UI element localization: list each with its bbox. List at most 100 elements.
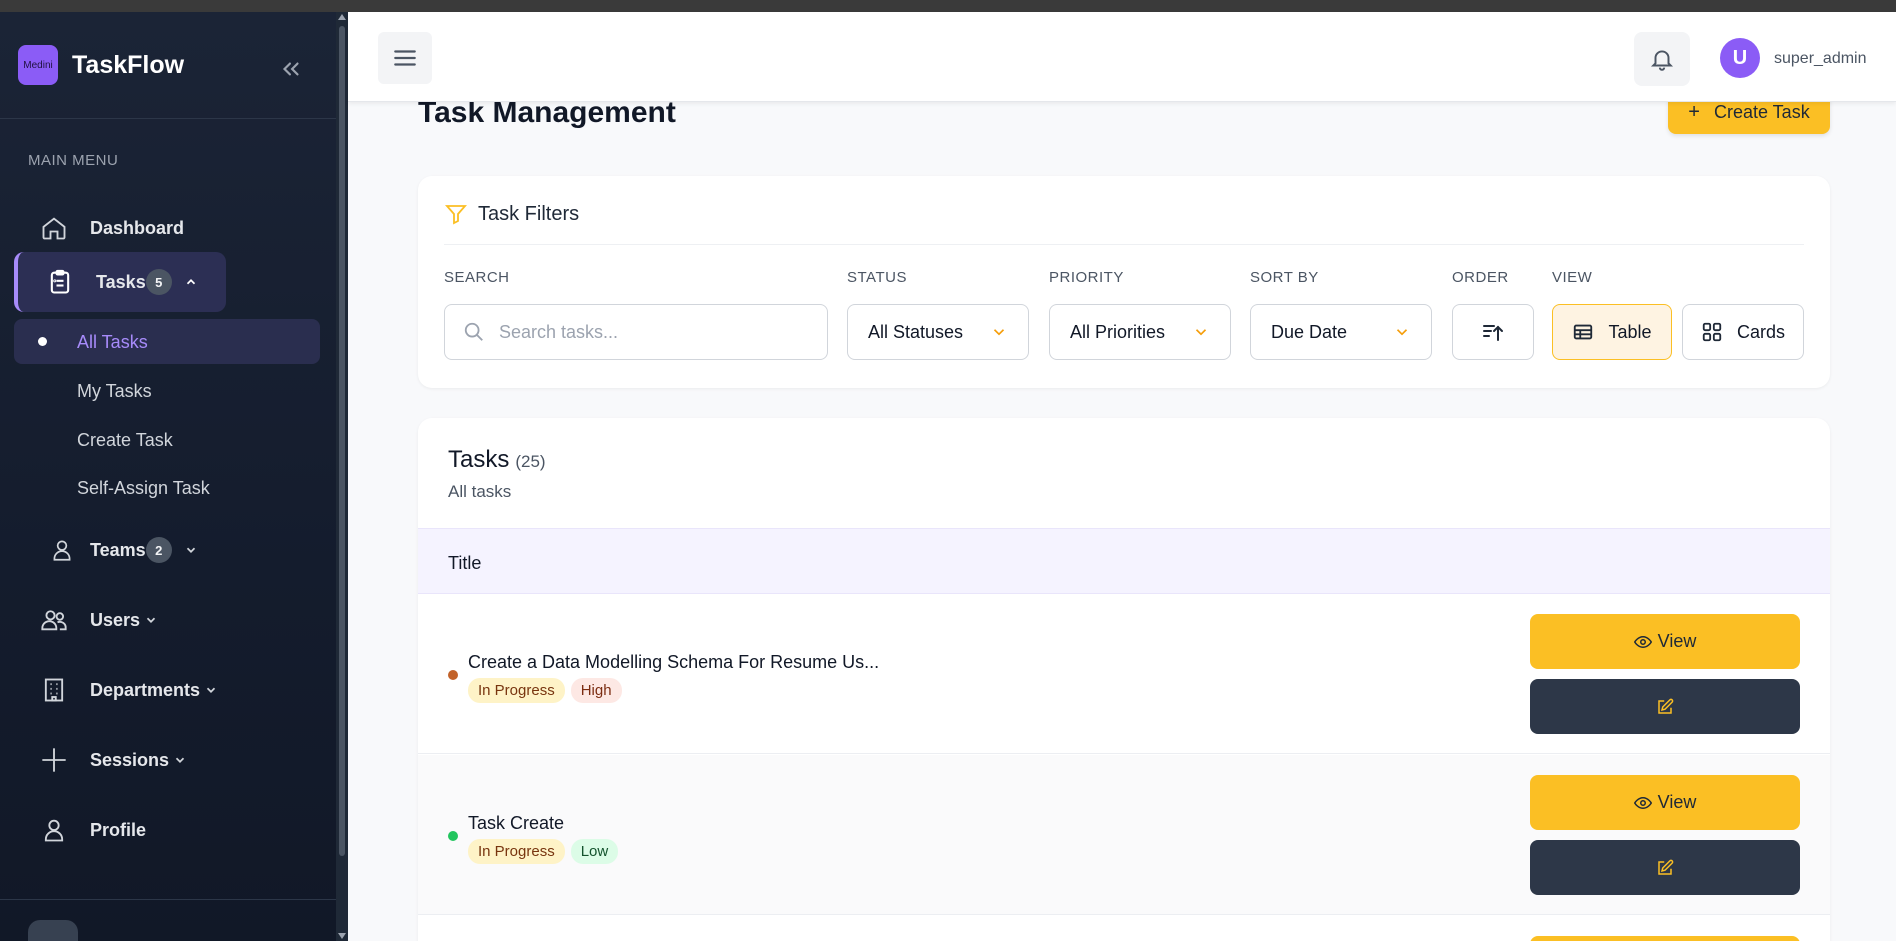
tasks-heading: Tasks (25) (448, 446, 546, 474)
teams-count-badge: 2 (145, 537, 172, 563)
sort-label: SORT BY (1250, 269, 1319, 286)
top-header: U super_admin (348, 12, 1896, 102)
task-tags: In Progress High (468, 678, 628, 703)
sidebar-item-label: Departments (90, 679, 201, 700)
table-row[interactable]: Task Create In Progress Low View (418, 755, 1830, 915)
table-row[interactable]: Create a Data Modelling Schema For Resum… (418, 594, 1830, 754)
view-task-button-partial[interactable] (1530, 936, 1800, 941)
search-field[interactable] (444, 304, 828, 360)
view-task-button[interactable]: View (1530, 775, 1800, 830)
scroll-up-icon[interactable] (338, 14, 346, 20)
eye-icon (1633, 796, 1652, 809)
column-header-title[interactable]: Title (448, 553, 481, 574)
building-icon (40, 676, 68, 704)
brand-logo: Medini (18, 45, 58, 85)
priority-label: PRIORITY (1049, 269, 1124, 286)
view-cards-label: Cards (1736, 321, 1785, 342)
status-label: STATUS (847, 269, 907, 286)
clipboard-icon (46, 268, 74, 296)
task-title[interactable]: Create a Data Modelling Schema For Resum… (468, 652, 879, 673)
edit-icon (1658, 859, 1674, 875)
sidebar-subitem-create-task[interactable]: Create Task (77, 430, 173, 451)
user-avatar[interactable]: U (1720, 38, 1760, 78)
sidebar-item-teams[interactable]: Teams 2 (48, 536, 198, 564)
chevron-down-icon (1396, 329, 1408, 336)
sidebar-item-departments[interactable]: Departments (40, 676, 218, 704)
active-dot-icon (38, 337, 47, 346)
priority-select-value: All Priorities (1070, 321, 1166, 342)
sidebar-item-dashboard[interactable]: Dashboard (40, 214, 184, 242)
edit-task-button[interactable] (1530, 840, 1800, 895)
chevron-down-icon (175, 757, 185, 763)
tasks-count: (25) (515, 452, 546, 471)
sidebar-item-profile[interactable]: Profile (40, 816, 146, 844)
menu-toggle-button[interactable] (378, 32, 432, 84)
sidebar-user-avatar[interactable] (28, 920, 78, 941)
scroll-down-icon[interactable] (338, 933, 346, 939)
filters-title: Task Filters (478, 202, 580, 225)
priority-badge: Low (570, 839, 619, 864)
sidebar-item-label: Tasks (96, 271, 146, 292)
chevron-down-icon (186, 547, 195, 553)
hamburger-icon (394, 50, 416, 66)
sidebar-subitem-all-tasks[interactable]: All Tasks (77, 332, 148, 353)
user-icon (40, 816, 68, 844)
table-icon (1574, 324, 1593, 340)
tasks-list-card: Tasks (25) All tasks Title Create a Data … (418, 418, 1830, 941)
user-icon (48, 536, 76, 564)
filters-divider (444, 244, 1804, 245)
task-filters-card: Task Filters SEARCH STATUS PRIORITY SORT… (418, 176, 1830, 388)
view-cards-button[interactable]: Cards (1682, 304, 1804, 360)
user-name[interactable]: super_admin (1774, 50, 1867, 68)
priority-dot-icon (448, 831, 458, 841)
tasks-subtitle: All tasks (448, 482, 512, 501)
view-task-label: View (1657, 631, 1697, 651)
view-table-label: Table (1608, 321, 1652, 342)
menu-section-label: MAIN MENU (28, 152, 119, 169)
sidebar-scrollbar[interactable] (336, 12, 348, 941)
task-title[interactable]: Task Create (468, 813, 564, 834)
sidebar-item-label: Profile (90, 819, 147, 840)
status-select-value: All Statuses (868, 321, 964, 342)
sidebar-item-sessions[interactable]: Sessions (40, 746, 187, 774)
scrollbar-thumb[interactable] (339, 26, 345, 856)
sub-item-active-bg (14, 319, 320, 364)
sidebar-subitem-self-assign[interactable]: Self-Assign Task (77, 478, 210, 499)
view-label: VIEW (1552, 269, 1593, 286)
sidebar-item-users[interactable]: Users (40, 606, 158, 634)
edit-icon (1658, 698, 1674, 714)
sort-select[interactable]: Due Date (1250, 304, 1432, 360)
brand-name: TaskFlow (72, 50, 185, 79)
order-label: ORDER (1452, 269, 1509, 286)
sidebar-item-label: Users (90, 609, 141, 630)
notifications-button[interactable] (1634, 32, 1690, 86)
plus-icon (40, 746, 68, 774)
sidebar-item-tasks[interactable]: Tasks 5 (46, 268, 198, 296)
table-header: Title (418, 528, 1830, 594)
sidebar-item-label: Sessions (90, 749, 170, 770)
priority-select[interactable]: All Priorities (1049, 304, 1231, 360)
chevron-up-icon (186, 279, 195, 285)
brand[interactable]: Medini TaskFlow (18, 45, 184, 85)
sidebar-subitem-my-tasks[interactable]: My Tasks (77, 381, 152, 402)
sort-order-button[interactable] (1452, 304, 1534, 360)
sidebar-divider (0, 118, 336, 119)
search-label: SEARCH (444, 269, 510, 286)
plus-icon: + (1688, 100, 1700, 123)
search-input[interactable] (499, 321, 799, 343)
home-icon (40, 214, 68, 242)
priority-dot-icon (448, 670, 458, 680)
chevron-down-icon (993, 329, 1005, 336)
sort-select-value: Due Date (1271, 321, 1348, 342)
chevron-down-icon (146, 617, 156, 623)
chevron-down-icon (1195, 329, 1207, 336)
view-task-button[interactable]: View (1530, 614, 1800, 669)
sidebar: Medini TaskFlow MAIN MENU Dashboard Task… (0, 12, 348, 941)
collapse-sidebar-button[interactable] (278, 56, 304, 82)
status-select[interactable]: All Statuses (847, 304, 1029, 360)
edit-task-button[interactable] (1530, 679, 1800, 734)
filter-icon (445, 205, 467, 225)
grid-icon (1702, 322, 1722, 342)
view-table-button[interactable]: Table (1552, 304, 1672, 360)
search-icon (464, 322, 483, 341)
